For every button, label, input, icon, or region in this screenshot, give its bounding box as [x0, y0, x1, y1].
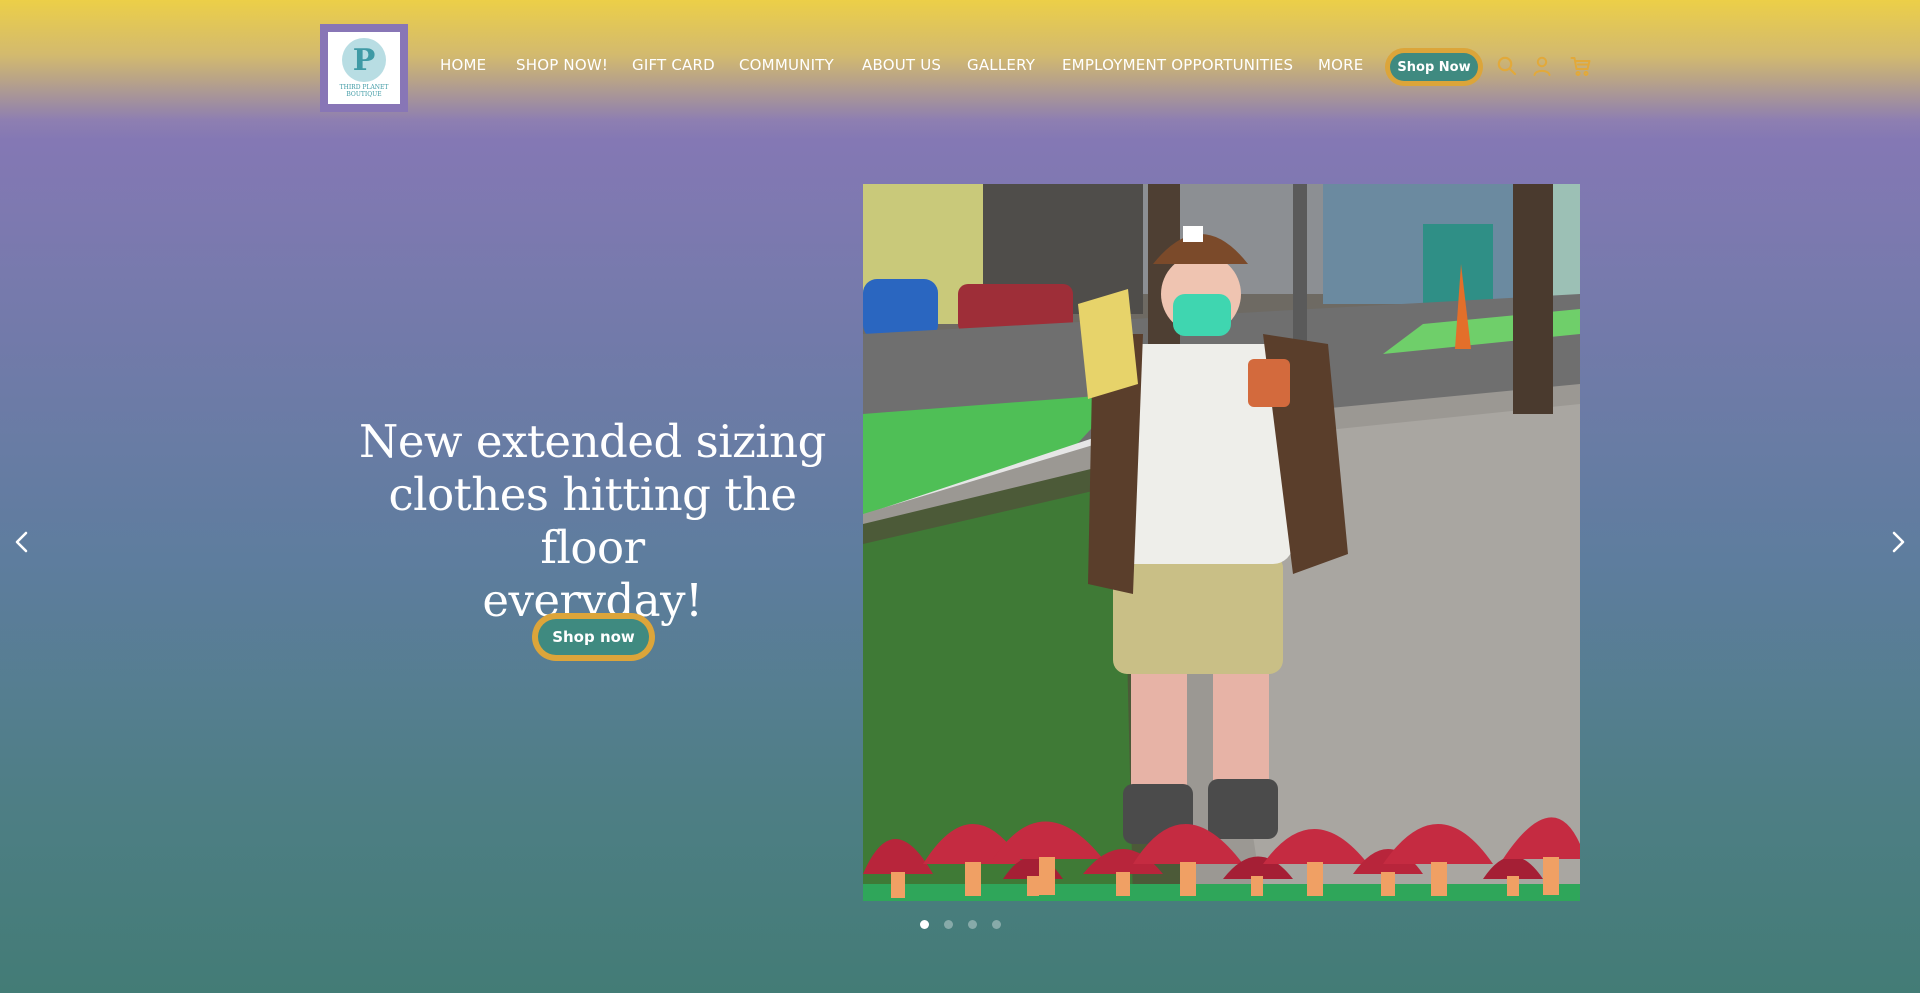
account-icon[interactable] — [1531, 55, 1553, 77]
nav-item-employment[interactable]: EMPLOYMENT OPPORTUNITIES — [1062, 56, 1293, 74]
nav-item-gift-card[interactable]: GIFT CARD — [632, 56, 715, 74]
hero-heading-line-2: clothes hitting the floor — [388, 468, 797, 574]
header-shop-now-button[interactable]: Shop Now — [1385, 48, 1483, 86]
store-logo[interactable]: P THIRD PLANET BOUTIQUE — [320, 24, 408, 112]
nav-item-shop-now[interactable]: SHOP NOW! — [516, 56, 608, 74]
nav-item-about-us[interactable]: ABOUT US — [862, 56, 941, 74]
nav-item-home[interactable]: HOME — [440, 56, 486, 74]
slider-next-icon[interactable] — [1884, 528, 1912, 556]
hero-heading: New extended sizing clothes hitting the … — [345, 415, 840, 627]
slider-prev-icon[interactable] — [8, 528, 36, 556]
slide-dot-3[interactable] — [968, 920, 977, 929]
hero-shop-now-label: Shop now — [538, 619, 649, 655]
hero-photo-illustration — [863, 184, 1580, 901]
cart-icon[interactable] — [1570, 55, 1592, 77]
header-shop-now-label: Shop Now — [1390, 53, 1478, 81]
logo-line-1: THIRD PLANET — [339, 84, 389, 91]
slide-dot-4[interactable] — [992, 920, 1001, 929]
logo-line-2: BOUTIQUE — [346, 91, 382, 98]
search-icon[interactable] — [1496, 55, 1518, 77]
site-header: P THIRD PLANET BOUTIQUE HOME SHOP NOW! G… — [0, 0, 1920, 120]
hero-photo — [863, 184, 1580, 901]
nav-item-community[interactable]: COMMUNITY — [739, 56, 834, 74]
nav-item-gallery[interactable]: GALLERY — [967, 56, 1035, 74]
hero-shop-now-button[interactable]: Shop now — [532, 613, 655, 661]
logo-badge: P THIRD PLANET BOUTIQUE — [328, 32, 400, 104]
logo-mark: P — [342, 38, 386, 82]
hero-heading-line-1: New extended sizing — [359, 415, 826, 468]
nav-item-more[interactable]: MORE — [1318, 56, 1363, 74]
hero-text-block: New extended sizing clothes hitting the … — [345, 415, 840, 627]
slide-dot-1[interactable] — [920, 920, 929, 929]
logo-wordmark: THIRD PLANET BOUTIQUE — [331, 84, 397, 98]
slide-dot-2[interactable] — [944, 920, 953, 929]
